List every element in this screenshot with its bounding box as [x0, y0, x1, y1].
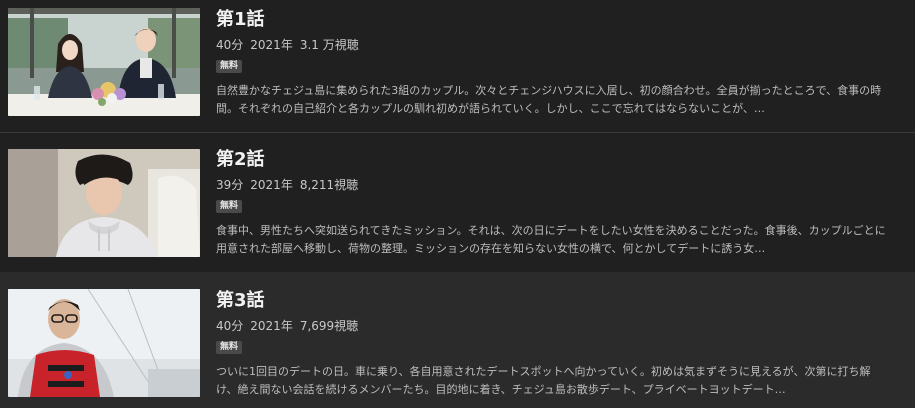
episode-2-title[interactable]: 第2話 — [216, 149, 897, 171]
episode-1-year: 2021年 — [250, 38, 293, 52]
episode-1-meta: 40分 2021年 3.1 万視聴 — [216, 37, 897, 53]
episode-3-duration: 40分 — [216, 319, 244, 333]
episode-2-year: 2021年 — [250, 178, 293, 192]
episode-3-description: ついに1回目のデートの日。車に乗り、各自用意されたデートスポットへ向かっていく。… — [216, 365, 871, 396]
episode-1-title[interactable]: 第1話 — [216, 9, 897, 31]
episode-1-free-badge: 無料 — [216, 60, 243, 73]
episode-1-duration: 40分 — [216, 38, 244, 52]
episode-2-description: 食事中、男性たちへ突如送られてきたミッション。それは、次の日にデートをしたい女性… — [216, 224, 886, 255]
episode-3-views: 7,699視聴 — [299, 319, 359, 333]
episode-item-2[interactable]: 第2話 39分 2021年 8,211視聴 無料 食事中、男性たちへ突如送られてきた… — [0, 132, 915, 272]
episode-1-thumbnail[interactable] — [8, 8, 200, 116]
episode-3-thumbnail[interactable] — [8, 289, 200, 397]
episode-2-duration: 39分 — [216, 178, 244, 192]
episode-3-title[interactable]: 第3話 — [216, 290, 897, 312]
episode-3-thumbnail-image — [8, 289, 200, 397]
episode-3-info: 第3話 40分 2021年 7,699視聴 無料 ついに1回目のデートの日。車に乗り… — [216, 290, 897, 399]
episode-2-info: 第2話 39分 2021年 8,211視聴 無料 食事中、男性たちへ突如送られてきた… — [216, 149, 897, 258]
episode-1-info: 第1話 40分 2021年 3.1 万視聴 無料 自然豊かなチェジュ島に集められた3… — [216, 9, 897, 118]
episode-2-thumbnail-image — [8, 149, 200, 257]
episode-item-1[interactable]: 第1話 40分 2021年 3.1 万視聴 無料 自然豊かなチェジュ島に集められた3… — [0, 0, 915, 132]
episode-list: 第1話 40分 2021年 3.1 万視聴 無料 自然豊かなチェジュ島に集められた3… — [0, 0, 915, 408]
episode-3-free-badge: 無料 — [216, 341, 243, 354]
episode-item-3[interactable]: 第3話 40分 2021年 7,699視聴 無料 ついに1回目のデートの日。車に乗り… — [0, 272, 915, 408]
episode-2-thumbnail[interactable] — [8, 149, 200, 257]
episode-3-meta: 40分 2021年 7,699視聴 — [216, 318, 897, 334]
episode-1-thumbnail-image — [8, 8, 200, 116]
episode-2-views: 8,211視聴 — [299, 178, 359, 192]
episode-3-year: 2021年 — [250, 319, 293, 333]
episode-1-description: 自然豊かなチェジュ島に集められた3組のカップル。次々とチェンジハウスに入居し、初… — [216, 84, 882, 115]
episode-2-free-badge: 無料 — [216, 200, 243, 213]
episode-1-views: 3.1 万視聴 — [299, 38, 359, 52]
episode-2-meta: 39分 2021年 8,211視聴 — [216, 177, 897, 193]
